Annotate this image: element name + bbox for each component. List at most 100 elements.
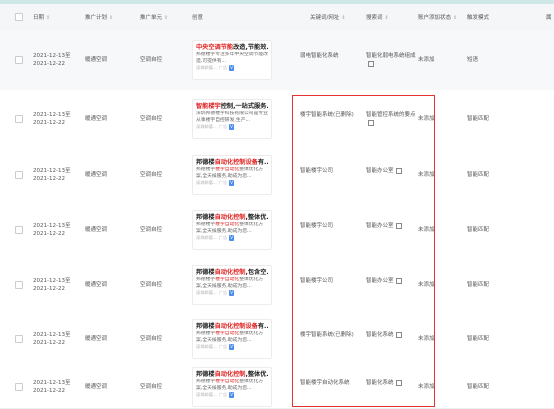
row-keyword: 楼宇智能系统(已删除) (300, 332, 354, 338)
copy-icon[interactable] (395, 277, 402, 284)
row-status: 未添加 (418, 172, 435, 178)
row-date: 2021-12-13至2021-12-22 (33, 332, 71, 346)
row-keyword: 智能楼宇公司 (300, 278, 334, 284)
creative-card[interactable]: 邦德楼自动化控制,包含空...邦德楼宇楼宇自动化整体优化方案,全天候服务,助成为… (192, 265, 272, 305)
row-checkbox[interactable] (15, 383, 23, 391)
creative-description: 邦德楼宇楼宇自动化整体优化方案,全天候服务,助成为您... (196, 331, 264, 343)
copy-icon[interactable] (395, 167, 402, 174)
verified-icon: V (229, 344, 235, 350)
row-match-mode: 智能匹配 (467, 336, 490, 342)
row-keyword: 弱电智能化系统 (300, 53, 339, 59)
row-checkbox[interactable] (15, 56, 23, 64)
creative-meta: 深圳邦德... 广告 V (196, 180, 235, 186)
creative-meta: 深圳邦德... 广告 V (196, 65, 235, 71)
row-plan[interactable]: 暖通空调 (85, 383, 107, 391)
row-match-mode: 智能匹配 (467, 172, 490, 178)
row-search-word: 智能管控系统的要点 (366, 111, 416, 127)
row-unit[interactable]: 空调自控 (140, 115, 162, 123)
table-row[interactable]: 2021-12-13至2021-12-22 暖通空调 空调自控 邦德楼自动化控制设备有… (0, 148, 554, 203)
creative-meta: 深圳邦德... 广告 V (196, 235, 235, 241)
creative-card[interactable]: 邦德楼自动化控制,整体优...邦德楼宇楼宇自动化整体优化方案,全天候服务,助成为… (192, 367, 272, 407)
header-status[interactable]: 账户添加状态 ⇕ (418, 13, 457, 21)
header-search-word[interactable]: 搜索词 ⇕ (366, 13, 389, 21)
select-all-checkbox[interactable] (15, 13, 23, 21)
creative-title: 智能楼宇控制,一站式服务... (196, 103, 268, 110)
row-match-mode: 智能匹配 (467, 116, 490, 122)
row-keyword: 智能楼宇公司 (300, 168, 334, 174)
copy-icon[interactable] (395, 222, 402, 229)
ad-label: 广告 (218, 180, 228, 185)
copy-icon[interactable] (395, 379, 402, 386)
row-status: 未添加 (418, 384, 435, 390)
copy-icon[interactable] (368, 119, 374, 126)
row-checkbox[interactable] (15, 115, 23, 123)
row-plan[interactable]: 暖通空调 (85, 171, 107, 179)
row-plan[interactable]: 暖通空调 (85, 335, 107, 343)
creative-card[interactable]: 中央空调节能改造,节能效...邦德楼宇专注多年中央空调节能改造,可提供有...深… (192, 40, 272, 80)
row-match-mode: 智能匹配 (467, 282, 490, 288)
row-date: 2021-12-13至2021-12-22 (33, 380, 71, 394)
row-unit[interactable]: 空调自控 (140, 281, 162, 289)
verified-icon: V (229, 65, 235, 71)
row-unit[interactable]: 空调自控 (140, 171, 162, 179)
creative-card[interactable]: 邦德楼自动化控制设备有...邦德楼宇楼宇自动化整体优化方案,全天候服务,助成为您… (192, 319, 272, 359)
row-unit[interactable]: 空调自控 (140, 383, 162, 391)
creative-meta: 深圳邦德... 广告 V (196, 290, 235, 296)
row-checkbox[interactable] (15, 281, 23, 289)
table-row[interactable]: 2021-12-13至2021-12-22 暖通空调 空调自控 邦德楼自动化控制,整体… (0, 202, 554, 259)
row-plan[interactable]: 暖通空调 (85, 56, 107, 64)
creative-description: 邦德楼宇专注多年中央空调节能改造,可提供有... (196, 52, 268, 64)
row-checkbox[interactable] (15, 335, 23, 343)
header-extra: 属 (546, 15, 552, 21)
table-row[interactable]: 2021-12-13至2021-12-22 暖通空调 空调自控 智能楼宇控制,一站式服… (0, 90, 554, 149)
copy-icon[interactable] (395, 331, 402, 338)
row-search-word: 智能化系统 (366, 379, 416, 387)
row-plan[interactable]: 暖通空调 (85, 115, 107, 123)
ad-label: 广告 (218, 65, 228, 70)
sort-icon[interactable]: ⇕ (453, 15, 457, 21)
creative-description: 邦德楼宇楼宇自动化整体优化方案,全天候服务,助成为您... (196, 167, 264, 179)
creative-card[interactable]: 邦德楼自动化控制,整体优...邦德楼宇楼宇自动化整体优化方案,全天候服务,助成为… (192, 210, 272, 250)
verified-icon: V (229, 180, 235, 186)
sort-icon[interactable]: ⇕ (164, 15, 168, 21)
row-checkbox[interactable] (15, 226, 23, 234)
ad-label: 广告 (218, 344, 228, 349)
creative-title: 邦德楼自动化控制,整体优... (196, 371, 268, 378)
sort-icon[interactable]: ⇕ (46, 15, 50, 21)
sort-icon[interactable]: ⇕ (385, 15, 389, 21)
header-date[interactable]: 日期 ⇕ (33, 13, 50, 21)
creative-card[interactable]: 智能楼宇控制,一站式服务...深圳邦德楼宇科技有限公司是专业从事楼宇自控研发,生… (192, 99, 272, 139)
table-row[interactable]: 2021-12-13至2021-12-22 暖通空调 空调自控 中央空调节能改造,节能… (0, 30, 554, 91)
table-row[interactable]: 2021-12-13至2021-12-22 暖通空调 空调自控 邦德楼自动化控制设备有… (0, 312, 554, 367)
row-date: 2021-12-13至2021-12-22 (33, 223, 71, 237)
sort-icon[interactable]: ⇕ (341, 15, 345, 21)
row-status: 未添加 (418, 116, 435, 122)
table-row[interactable]: 2021-12-13至2021-12-22 暖通空调 空调自控 邦德楼自动化控制,包含… (0, 258, 554, 313)
creative-card[interactable]: 邦德楼自动化控制设备有...邦德楼宇楼宇自动化整体优化方案,全天候服务,助成为您… (192, 155, 272, 195)
ad-label: 广告 (218, 124, 228, 129)
header-keyword[interactable]: 关键词/网址 ⇕ (310, 13, 346, 21)
row-plan[interactable]: 暖通空调 (85, 281, 107, 289)
row-date: 2021-12-13至2021-12-22 (33, 53, 71, 67)
creative-title: 邦德楼自动化控制设备有... (196, 159, 268, 166)
header-plan[interactable]: 推广计划 ⇕ (85, 13, 113, 21)
row-unit[interactable]: 空调自控 (140, 335, 162, 343)
copy-icon[interactable] (368, 60, 374, 67)
sort-icon[interactable]: ⇕ (109, 15, 113, 21)
row-unit[interactable]: 空调自控 (140, 226, 162, 234)
creative-description: 深圳邦德楼宇科技有限公司是专业从事楼宇自控研发,生产... (196, 111, 268, 123)
row-unit[interactable]: 空调自控 (140, 56, 162, 64)
header-unit[interactable]: 推广单元 ⇕ (140, 13, 168, 21)
row-keyword: 智能楼宇自动化系统 (300, 380, 350, 386)
row-match-mode: 智能匹配 (467, 384, 490, 390)
row-plan[interactable]: 暖通空调 (85, 226, 107, 234)
creative-meta: 深圳邦德... 广告 V (196, 344, 235, 350)
row-checkbox[interactable] (15, 171, 23, 179)
verified-icon: V (229, 290, 235, 296)
row-keyword: 楼宇智能系统(已删除) (300, 112, 354, 118)
row-status: 未添加 (418, 227, 435, 233)
row-match-mode: 智能匹配 (467, 227, 490, 233)
ad-label: 广告 (218, 235, 228, 240)
creative-meta: 深圳邦德... 广告 V (196, 124, 235, 130)
table-row[interactable]: 2021-12-13至2021-12-22 暖通空调 空调自控 邦德楼自动化控制,整体… (0, 366, 554, 409)
